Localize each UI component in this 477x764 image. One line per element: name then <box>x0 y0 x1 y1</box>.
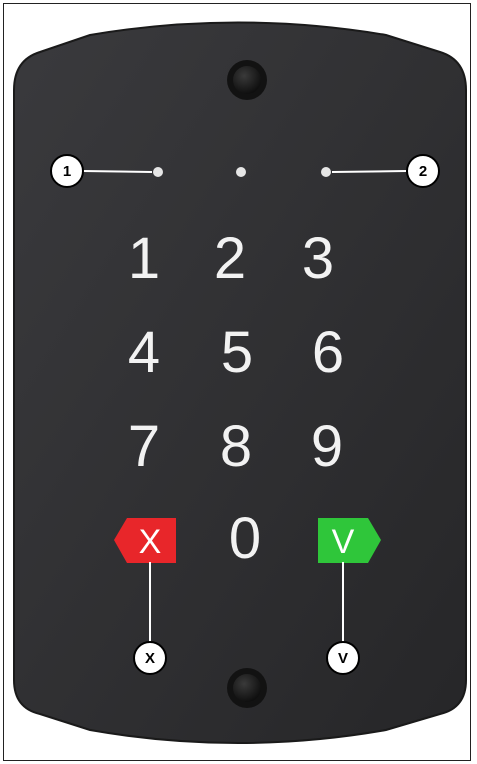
led-indicator-left <box>153 167 163 177</box>
callout-v: V <box>326 641 360 675</box>
callout-x: X <box>133 641 167 675</box>
callout-1-label: 1 <box>63 163 71 180</box>
confirm-key-label: V <box>332 523 355 561</box>
callout-line-1 <box>82 170 153 173</box>
bottom-screw-icon <box>227 668 267 708</box>
led-indicator-right <box>321 167 331 177</box>
cancel-key[interactable]: X <box>114 518 176 563</box>
key-9[interactable]: 9 <box>311 414 343 479</box>
keypad-diagram: 1 2 3 4 5 6 7 8 9 0 X V 1 2 X V <box>13 21 467 744</box>
callout-1: 1 <box>50 154 84 188</box>
key-0[interactable]: 0 <box>229 506 261 571</box>
key-5[interactable]: 5 <box>221 320 253 385</box>
key-7[interactable]: 7 <box>128 414 160 479</box>
key-2[interactable]: 2 <box>214 226 246 291</box>
callout-line-2 <box>331 170 407 173</box>
callout-2-label: 2 <box>419 163 427 180</box>
cancel-key-label: X <box>139 523 162 561</box>
led-indicator-center <box>236 167 246 177</box>
key-8[interactable]: 8 <box>220 414 252 479</box>
callout-2: 2 <box>406 154 440 188</box>
key-3[interactable]: 3 <box>302 226 334 291</box>
key-1[interactable]: 1 <box>128 226 160 291</box>
top-screw-icon <box>227 60 267 100</box>
key-6[interactable]: 6 <box>312 320 344 385</box>
callout-x-label: X <box>145 650 155 667</box>
confirm-key[interactable]: V <box>318 518 381 563</box>
key-4[interactable]: 4 <box>128 320 160 385</box>
callout-v-label: V <box>338 650 348 667</box>
